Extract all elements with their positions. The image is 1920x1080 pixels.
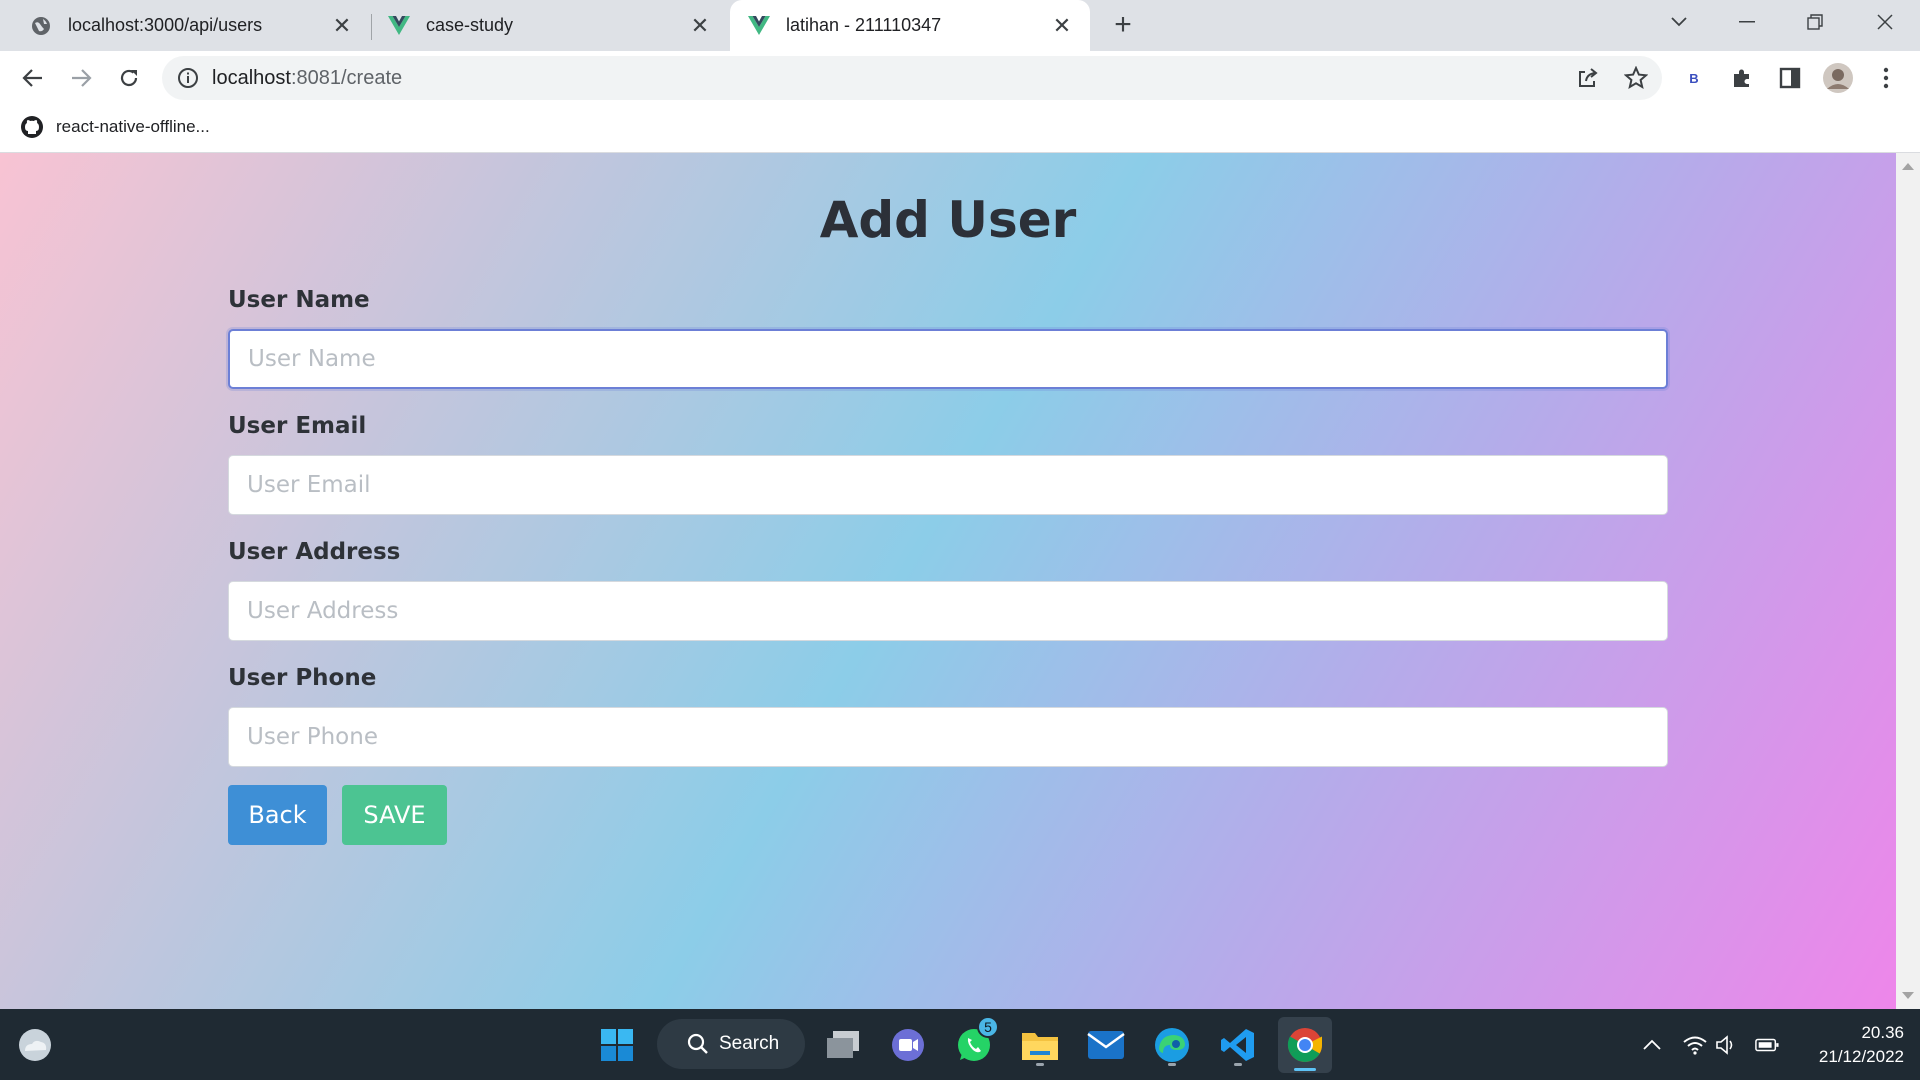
- clock-time: 20.36: [1861, 1023, 1904, 1042]
- bookmark-react-native-offline[interactable]: react-native-offline...: [20, 115, 210, 139]
- search-label: Search: [719, 1033, 780, 1054]
- tab-strip: localhost:3000/api/users ✕ case-study ✕ …: [0, 0, 1920, 51]
- share-icon[interactable]: [1576, 66, 1600, 90]
- page-title: Add User: [819, 191, 1077, 249]
- url-text: localhost:8081/create: [212, 67, 402, 90]
- restore-icon[interactable]: [1792, 0, 1838, 44]
- user-name-input[interactable]: [228, 329, 1668, 389]
- battery-icon[interactable]: [1755, 1033, 1779, 1057]
- task-view-icon[interactable]: [820, 1022, 866, 1068]
- whatsapp-badge: 5: [977, 1016, 999, 1038]
- running-indicator: [1036, 1063, 1044, 1066]
- back-button[interactable]: Back: [228, 785, 327, 845]
- tab-search-chevron-icon[interactable]: [1656, 0, 1702, 44]
- running-indicator: [1234, 1063, 1242, 1066]
- vscode-icon[interactable]: [1215, 1022, 1261, 1068]
- close-tab-icon[interactable]: ✕: [330, 13, 354, 38]
- user-address-input[interactable]: [228, 581, 1668, 641]
- clock-date: 21/12/2022: [1818, 1047, 1904, 1066]
- tab-api-users[interactable]: localhost:3000/api/users ✕: [0, 0, 370, 51]
- url-host: localhost: [212, 67, 291, 89]
- forward-arrow-icon[interactable]: [62, 59, 100, 97]
- github-icon: [21, 116, 43, 138]
- address-bar[interactable]: localhost:8081/create: [162, 56, 1662, 100]
- back-arrow-icon[interactable]: [14, 59, 52, 97]
- extensions-puzzle-icon[interactable]: [1726, 62, 1758, 94]
- weather-icon[interactable]: [12, 1022, 58, 1068]
- taskbar: Search 5 20.36 21/12/2022: [0, 1009, 1920, 1080]
- user-name-label: User Name: [228, 287, 370, 313]
- windows-start-icon[interactable]: [594, 1022, 640, 1068]
- minimize-icon[interactable]: [1724, 0, 1770, 44]
- vue-icon: [388, 15, 410, 37]
- running-indicator: [1168, 1063, 1176, 1066]
- vertical-scrollbar[interactable]: [1896, 153, 1920, 1009]
- new-tab-button[interactable]: +: [1106, 8, 1140, 42]
- reload-icon[interactable]: [110, 59, 148, 97]
- search-icon: [687, 1033, 708, 1054]
- teams-chat-icon[interactable]: [885, 1022, 931, 1068]
- profile-avatar[interactable]: [1822, 62, 1854, 94]
- close-window-icon[interactable]: [1862, 0, 1908, 44]
- browser-toolbar: localhost:8081/create B: [0, 51, 1920, 105]
- active-indicator: [1294, 1068, 1316, 1071]
- side-panel-icon[interactable]: [1774, 62, 1806, 94]
- file-explorer-icon[interactable]: [1017, 1022, 1063, 1068]
- page-viewport: Add User User Name User Email User Addre…: [0, 153, 1896, 1009]
- tab-title: case-study: [426, 15, 514, 35]
- scroll-up-arrow-icon[interactable]: [1902, 163, 1914, 170]
- user-email-input[interactable]: [228, 455, 1668, 515]
- extension-b-icon[interactable]: B: [1678, 62, 1710, 94]
- bookmarks-bar: react-native-offline...: [0, 105, 1920, 153]
- menu-kebab-icon[interactable]: [1870, 62, 1902, 94]
- tab-title: latihan - 211110347: [786, 15, 942, 35]
- whatsapp-icon[interactable]: 5: [951, 1016, 999, 1068]
- close-tab-icon[interactable]: ✕: [688, 13, 712, 38]
- site-info-icon[interactable]: [176, 66, 200, 90]
- mail-icon[interactable]: [1083, 1022, 1129, 1068]
- user-phone-label: User Phone: [228, 665, 377, 691]
- tab-title: localhost:3000/api/users: [68, 15, 263, 35]
- tab-case-study[interactable]: case-study ✕: [372, 0, 728, 51]
- scroll-down-arrow-icon[interactable]: [1902, 992, 1914, 999]
- user-phone-input[interactable]: [228, 707, 1668, 767]
- tray-overflow-chevron-icon[interactable]: [1640, 1033, 1664, 1057]
- volume-icon[interactable]: [1715, 1033, 1739, 1057]
- edge-browser-icon[interactable]: [1149, 1022, 1195, 1068]
- chrome-icon[interactable]: [1278, 1017, 1332, 1073]
- close-tab-icon[interactable]: ✕: [1050, 13, 1074, 38]
- wifi-icon[interactable]: [1683, 1033, 1707, 1057]
- vue-icon: [748, 15, 770, 37]
- bookmark-label: react-native-offline...: [56, 117, 210, 136]
- tab-latihan[interactable]: latihan - 211110347 ✕: [730, 0, 1090, 51]
- user-email-label: User Email: [228, 413, 367, 439]
- taskbar-search[interactable]: Search: [657, 1019, 805, 1069]
- user-address-label: User Address: [228, 539, 401, 565]
- system-clock[interactable]: 20.36 21/12/2022: [1796, 1021, 1904, 1069]
- bookmark-star-icon[interactable]: [1623, 65, 1649, 90]
- extension-letter: B: [1689, 70, 1699, 86]
- save-button[interactable]: SAVE: [342, 785, 447, 845]
- url-path: :8081/create: [290, 67, 403, 89]
- globe-icon: [30, 15, 52, 37]
